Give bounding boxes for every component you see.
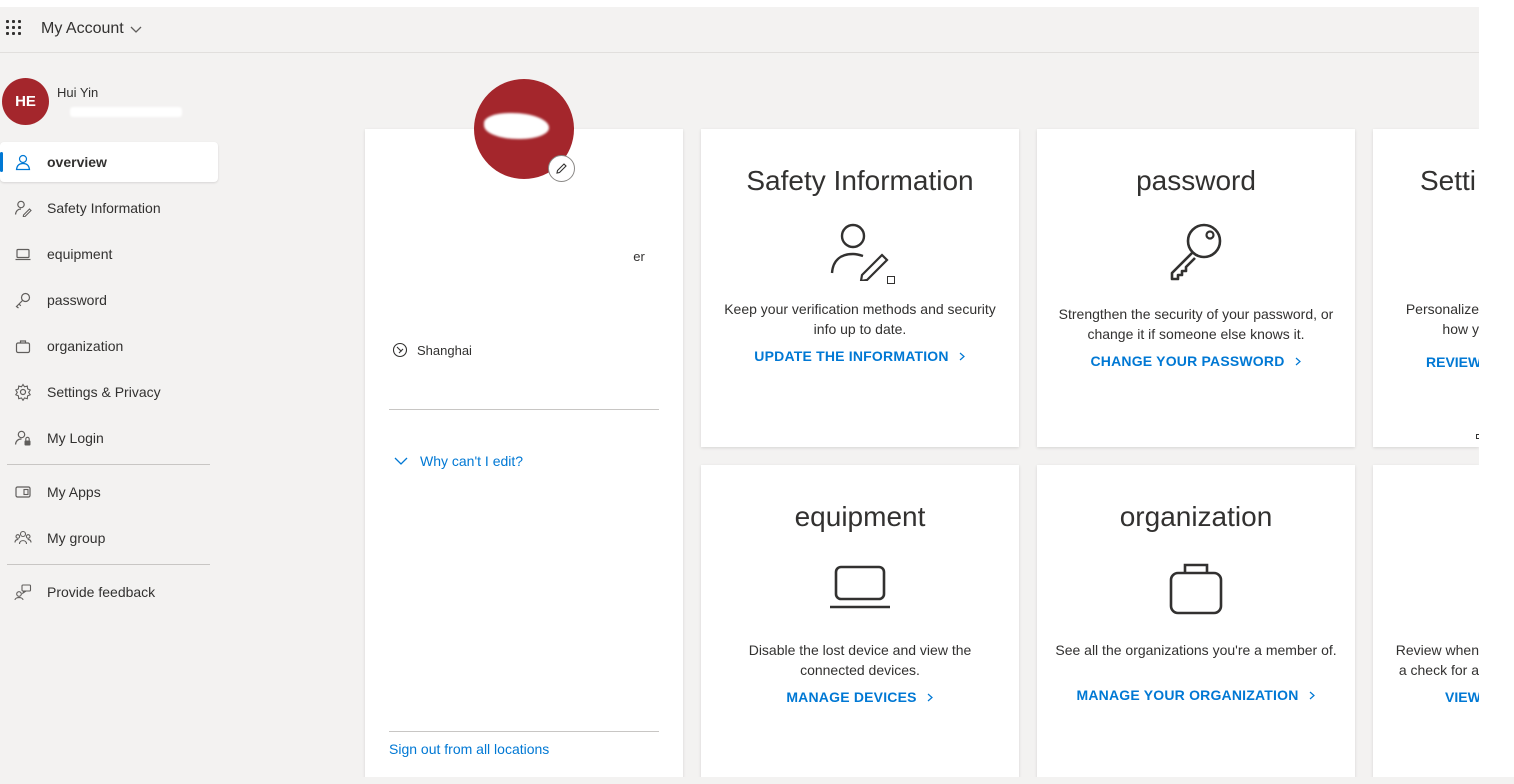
location-label: Shanghai — [417, 342, 472, 358]
laptop-icon — [830, 565, 890, 609]
apps-icon — [15, 486, 31, 498]
key-icon — [1170, 223, 1222, 281]
nav-item-my-login[interactable]: My Login — [0, 418, 220, 458]
redaction-mark — [70, 107, 182, 117]
nav-label: Settings & Privacy — [47, 384, 161, 400]
location-icon — [392, 342, 408, 358]
laptop-icon — [15, 248, 31, 261]
profile-divider — [389, 731, 659, 732]
window-edge — [0, 777, 1514, 784]
chevron-right-icon — [1309, 691, 1315, 699]
link-label: MANAGE DEVICES — [786, 689, 917, 705]
change-password-link[interactable]: CHANGE YOUR PASSWORD — [1037, 353, 1355, 369]
link-label: UPDATE THE INFORMATION — [754, 348, 949, 364]
nav-label: organization — [47, 338, 124, 354]
tile-description: Personalize how y — [1405, 301, 1479, 337]
tile-equipment: equipment Disable the lost device and vi… — [701, 465, 1019, 777]
review-settings-link[interactable]: REVIEW — [1426, 354, 1479, 370]
person-lock-icon — [14, 430, 31, 446]
gear-icon — [14, 383, 32, 401]
link-label: MANAGE YOUR ORGANIZATION — [1076, 687, 1299, 703]
person-edit-icon — [14, 200, 32, 217]
nav-label: overview — [47, 154, 107, 170]
tile-safety-information: Safety Information Keep your verificatio… — [701, 129, 1019, 447]
left-nav: overview Safety Information equipment pa… — [0, 142, 220, 618]
manage-devices-link[interactable]: MANAGE DEVICES — [701, 689, 1019, 705]
nav-item-equipment[interactable]: equipment — [0, 234, 220, 274]
tile-description: Keep your verification methods and secur… — [724, 301, 996, 337]
edit-photo-button[interactable] — [548, 155, 575, 182]
nav-item-overview[interactable]: overview — [0, 142, 218, 182]
nav-item-password[interactable]: password — [0, 280, 220, 320]
manage-organization-link[interactable]: MANAGE YOUR ORGANIZATION — [1037, 687, 1355, 703]
window-edge — [1479, 0, 1514, 784]
user-avatar[interactable]: HE — [2, 78, 49, 125]
tile-description: Review when a check for a — [1395, 642, 1479, 678]
tile-settings-privacy: Setti Personalize how y REVIEW — [1373, 129, 1479, 447]
sign-out-everywhere-link[interactable]: Sign out from all locations — [389, 741, 549, 757]
profile-divider — [389, 409, 659, 410]
redaction-mark — [470, 215, 570, 231]
tile-password: password Strengthen the security of your… — [1037, 129, 1355, 447]
link-label: CHANGE YOUR PASSWORD — [1090, 353, 1285, 369]
nav-label: My Login — [47, 430, 104, 446]
tile-description: Disable the lost device and view the con… — [748, 642, 972, 678]
why-cant-edit-link[interactable]: Why can't I edit? — [393, 453, 523, 469]
tile-title: equipment — [794, 501, 926, 532]
nav-item-settings-privacy[interactable]: Settings & Privacy — [0, 372, 220, 412]
update-information-link[interactable]: UPDATE THE INFORMATION — [701, 348, 1019, 364]
person-icon — [15, 154, 31, 171]
profile-job-title: er — [633, 249, 645, 264]
app-title: My Account — [41, 20, 124, 37]
chevron-down-icon — [130, 26, 142, 33]
feedback-icon — [14, 584, 32, 601]
pencil-icon — [556, 163, 567, 174]
nav-item-organization[interactable]: organization — [0, 326, 220, 366]
nav-label: Safety Information — [47, 200, 161, 216]
person-edit-icon — [830, 223, 889, 281]
nav-divider — [7, 564, 210, 565]
chevron-right-icon — [959, 352, 965, 360]
profile-photo-initials-redacted — [484, 113, 549, 139]
tile-title: organization — [1119, 501, 1273, 532]
nav-label: Provide feedback — [47, 584, 156, 600]
active-indicator — [0, 152, 3, 172]
view-sign-ins-link[interactable]: VIEW — [1445, 689, 1479, 705]
tile-my-login: Review when a check for a VIEW — [1373, 465, 1479, 777]
app-launcher-icon[interactable] — [6, 20, 24, 38]
why-cant-edit-label: Why can't I edit? — [420, 453, 524, 469]
key-icon — [15, 292, 31, 309]
people-icon — [14, 530, 32, 545]
chevron-right-icon — [1295, 357, 1301, 365]
nav-item-safety-information[interactable]: Safety Information — [0, 188, 220, 228]
chevron-down-icon — [394, 457, 408, 465]
tile-description: Strengthen the security of your password… — [1058, 306, 1334, 342]
tile-description: See all the organizations you're a membe… — [1055, 642, 1337, 658]
nav-item-provide-feedback[interactable]: Provide feedback — [0, 572, 220, 612]
nav-item-my-apps[interactable]: My Apps — [0, 472, 220, 512]
user-name: Hui Yin — [57, 85, 99, 100]
app-window: My Account HE Hui Yin overview Safety In… — [0, 7, 1479, 777]
chevron-right-icon — [927, 693, 933, 701]
nav-divider — [7, 464, 210, 465]
briefcase-icon — [15, 340, 31, 354]
app-title-menu[interactable]: My Account — [41, 20, 142, 38]
tile-title: Safety Information — [746, 165, 974, 196]
nav-label: My group — [47, 530, 106, 546]
user-summary: HE Hui Yin — [0, 77, 220, 129]
tile-title: password — [1136, 165, 1256, 196]
top-header: My Account — [0, 7, 1479, 53]
tile-organization: organization See all the organizations y… — [1037, 465, 1355, 777]
nav-label: password — [47, 292, 107, 308]
nav-label: My Apps — [47, 484, 101, 500]
tile-title: Setti — [1420, 165, 1477, 196]
briefcase-icon — [1169, 563, 1223, 615]
nav-item-my-group[interactable]: My group — [0, 518, 220, 558]
resize-handle — [887, 276, 895, 284]
nav-label: equipment — [47, 246, 113, 262]
profile-location: Shanghai — [392, 342, 472, 358]
